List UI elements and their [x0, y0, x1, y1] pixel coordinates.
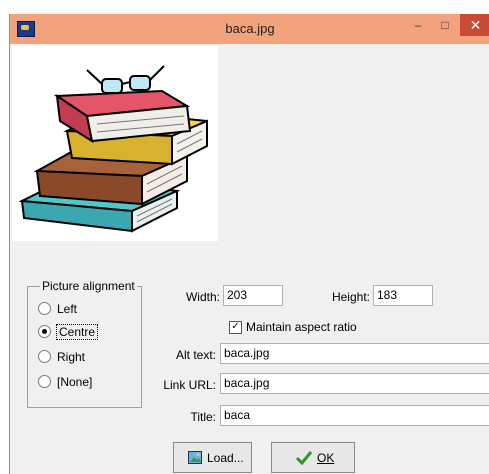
books-clipart — [18, 65, 208, 233]
minimize-button[interactable]: ‒ — [405, 14, 431, 36]
load-button-label: Load... — [207, 451, 244, 465]
radio-none-indicator[interactable] — [38, 375, 51, 389]
title-field[interactable]: baca — [220, 405, 489, 426]
close-button[interactable]: ✕ — [460, 14, 489, 36]
picture-alignment-group: Picture alignment Left Centre Right [Non… — [27, 279, 142, 408]
image-properties-window: baca.jpg ‒ □ ✕ Picture alignment Left Ce… — [9, 14, 489, 474]
height-field[interactable]: 183 — [373, 285, 433, 306]
alt-text-label: Alt text: — [175, 348, 216, 362]
ok-button-label: OK — [317, 451, 335, 465]
radio-centre-label: Centre — [55, 323, 99, 340]
ok-button[interactable]: OK — [271, 442, 355, 473]
radio-left-indicator[interactable] — [38, 302, 51, 316]
radio-centre-indicator[interactable] — [38, 325, 51, 339]
checkmark-icon — [296, 451, 312, 465]
radio-right-label: Right — [57, 349, 86, 364]
width-field[interactable]: 203 — [223, 285, 283, 306]
radio-centre[interactable]: Centre — [38, 323, 99, 340]
radio-none-label: [None] — [57, 374, 93, 389]
alt-text-field[interactable]: baca.jpg — [220, 343, 489, 364]
maintain-aspect-label: Maintain aspect ratio — [246, 320, 357, 334]
maximize-button[interactable]: □ — [432, 14, 458, 36]
maintain-aspect-checkbox[interactable]: ✓ — [229, 321, 242, 334]
load-button[interactable]: Load... — [173, 442, 252, 473]
radio-right-indicator[interactable] — [38, 350, 51, 364]
title-bar[interactable]: baca.jpg ‒ □ ✕ — [10, 14, 489, 44]
radio-none[interactable]: [None] — [38, 374, 92, 390]
height-label: Height: — [331, 290, 370, 304]
radio-left-label: Left — [57, 301, 78, 316]
link-url-label: Link URL: — [163, 378, 216, 392]
link-url-field[interactable]: baca.jpg — [220, 373, 489, 394]
picture-alignment-legend: Picture alignment — [40, 279, 137, 293]
radio-right[interactable]: Right — [38, 349, 85, 365]
picture-icon — [188, 451, 202, 464]
title-label: Title: — [190, 410, 216, 424]
width-label: Width: — [185, 290, 220, 304]
picture-preview — [12, 46, 218, 241]
radio-left[interactable]: Left — [38, 301, 77, 317]
